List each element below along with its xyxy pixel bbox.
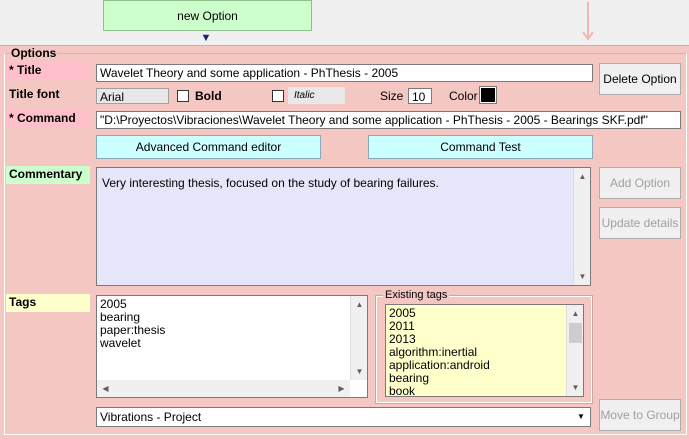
title-font-label: Title font (9, 87, 60, 101)
options-group-label: Options (10, 46, 58, 60)
font-name-field[interactable]: Arial (96, 88, 169, 104)
tag-item: wavelet (100, 336, 141, 350)
size-input[interactable]: 10 (408, 88, 432, 104)
group-select[interactable]: Vibrations - Project ▼ (96, 407, 591, 427)
commentary-label: Commentary (6, 166, 90, 184)
scroll-up-icon[interactable]: ▲ (351, 296, 368, 313)
scroll-left-icon[interactable]: ◀ (97, 380, 114, 397)
scroll-right-icon[interactable]: ▶ (333, 380, 350, 397)
command-label: * Command (6, 110, 90, 128)
delete-option-button[interactable]: Delete Option (599, 63, 681, 95)
new-option-button[interactable]: new Option (103, 0, 312, 31)
command-input[interactable]: "D:\Proyectos\Vibraciones\Wavelet Theory… (96, 111, 681, 129)
scroll-down-icon[interactable]: ▼ (351, 363, 368, 380)
commentary-text: Very interesting thesis, focused on the … (102, 176, 439, 190)
color-swatch[interactable] (479, 86, 497, 104)
existing-tag-item[interactable]: book (386, 385, 583, 398)
existing-tag-item[interactable]: 2005 (386, 307, 583, 320)
update-details-button[interactable]: Update details (599, 207, 681, 239)
scroll-up-icon[interactable]: ▲ (567, 305, 584, 322)
title-label: * Title (6, 62, 90, 80)
title-input[interactable]: Wavelet Theory and some application - Ph… (96, 64, 593, 82)
move-to-group-button[interactable]: Move to Group (599, 399, 681, 431)
advanced-command-editor-button[interactable]: Advanced Command editor (96, 135, 321, 159)
command-test-button[interactable]: Command Test (368, 135, 593, 159)
arrow-down-icon: ▼ (200, 32, 212, 44)
italic-label: Italic (288, 87, 345, 104)
existing-tags-scrollbar[interactable]: ▲ ▼ (566, 305, 583, 396)
tags-label: Tags (6, 294, 90, 312)
bold-checkbox[interactable] (177, 90, 189, 102)
commentary-textarea[interactable]: Very interesting thesis, focused on the … (96, 167, 591, 286)
existing-tags-label: Existing tags (383, 289, 450, 302)
scrollbar-thumb[interactable] (569, 323, 582, 343)
color-label: Color (449, 89, 478, 103)
size-label: Size (380, 89, 404, 103)
chevron-down-icon[interactable]: ▼ (573, 409, 589, 425)
existing-tags-list[interactable]: 2005 2011 2013 algorithm:inertial applic… (385, 304, 584, 398)
scroll-up-icon[interactable]: ▲ (574, 168, 591, 185)
scroll-down-icon[interactable]: ▼ (574, 268, 591, 285)
bold-label: Bold (195, 89, 222, 103)
tags-textarea[interactable]: 2005 bearing paper:thesis wavelet ▲ ▼ ◀ … (96, 295, 368, 398)
group-select-value: Vibrations - Project (100, 410, 202, 424)
existing-tag-item[interactable]: bearing (386, 372, 583, 385)
tags-horizontal-scrollbar[interactable]: ◀ ▶ (97, 380, 350, 397)
faint-down-arrow-icon (580, 0, 596, 42)
tags-vertical-scrollbar[interactable]: ▲ ▼ (350, 296, 367, 380)
scroll-down-icon[interactable]: ▼ (567, 379, 584, 396)
italic-checkbox[interactable] (272, 90, 284, 102)
add-option-button[interactable]: Add Option (599, 167, 681, 199)
commentary-scrollbar[interactable]: ▲ ▼ (573, 168, 590, 285)
